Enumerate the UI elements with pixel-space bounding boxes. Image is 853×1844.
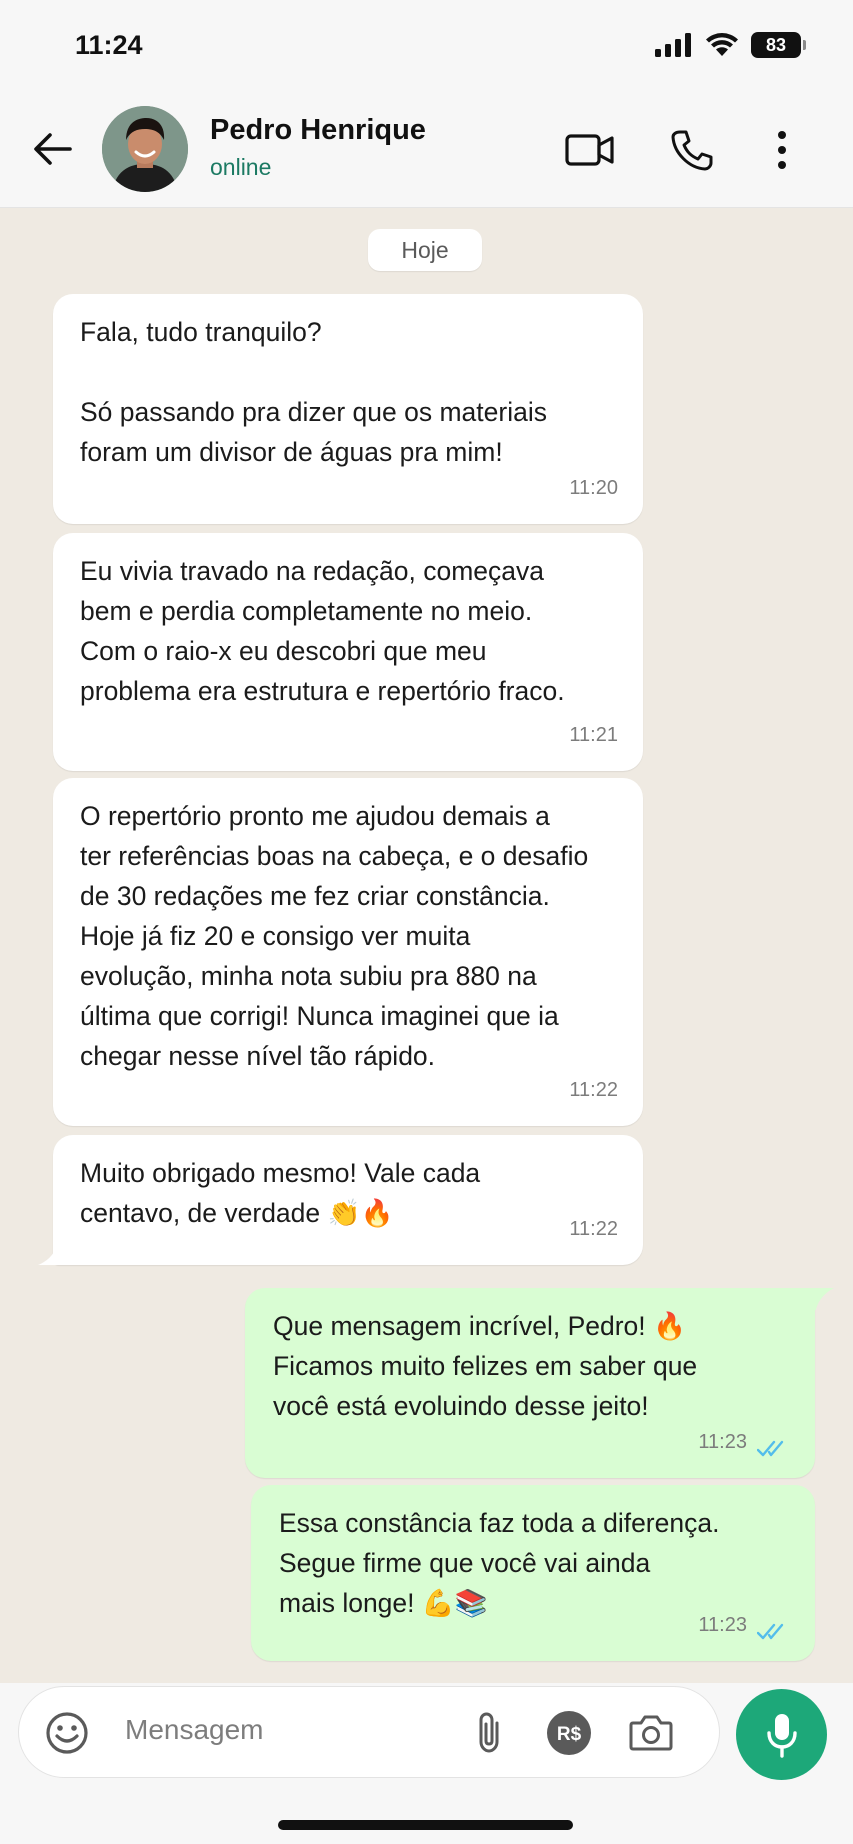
phone-icon	[671, 130, 713, 171]
avatar-image	[102, 106, 188, 192]
message-time: 11:21	[569, 724, 618, 746]
microphone-icon	[766, 1713, 797, 1758]
voice-call-button[interactable]	[664, 122, 720, 178]
bubble-tail	[38, 1241, 68, 1265]
avatar[interactable]	[102, 106, 188, 192]
message-text: O repertório pronto me ajudou demais a t…	[80, 801, 589, 1071]
camera-button[interactable]	[623, 1705, 679, 1761]
message-time: 11:23	[698, 1614, 747, 1636]
message-text: Muito obrigado mesmo! Vale cada centavo,…	[80, 1158, 481, 1228]
message-text: Eu vivia travado na redação, começava be…	[80, 556, 565, 706]
more-options-button[interactable]	[754, 122, 810, 178]
chat-area[interactable]: Hoje Fala, tudo tranquilo? Só passando p…	[0, 208, 853, 1683]
input-placeholder: Mensagem	[125, 1714, 264, 1745]
status-time: 11:24	[75, 30, 143, 60]
message-incoming[interactable]: Fala, tudo tranquilo? Só passando pra di…	[53, 294, 643, 524]
signal-icon	[655, 33, 691, 57]
message-time: 11:20	[569, 477, 618, 499]
attach-button[interactable]	[461, 1705, 517, 1761]
emoji-icon	[46, 1712, 88, 1754]
message-outgoing[interactable]: Essa constância faz toda a diferença. Se…	[251, 1485, 815, 1661]
chat-header: Pedro Henrique online	[0, 92, 853, 208]
camera-icon	[629, 1715, 673, 1751]
contact-status: online	[210, 154, 272, 180]
payment-button[interactable]: R$	[541, 1705, 597, 1761]
microphone-button[interactable]	[736, 1689, 827, 1780]
back-button[interactable]	[28, 125, 76, 173]
bubble-tail	[808, 1288, 834, 1310]
battery-indicator: 83	[751, 32, 806, 58]
arrow-left-icon	[34, 133, 72, 165]
more-vertical-icon	[778, 131, 786, 169]
message-incoming[interactable]: Eu vivia travado na redação, começava be…	[53, 533, 643, 771]
read-receipt-icon	[757, 1623, 784, 1640]
payment-label: R$	[557, 1724, 582, 1745]
status-bar: 11:24 83	[0, 0, 853, 92]
message-text: Que mensagem incrível, Pedro! 🔥 Ficamos …	[273, 1311, 698, 1421]
paperclip-icon	[479, 1712, 499, 1753]
message-time: 11:23	[698, 1431, 747, 1453]
message-outgoing[interactable]: Que mensagem incrível, Pedro! 🔥 Ficamos …	[245, 1288, 815, 1478]
composer-bar: Mensagem R$	[0, 1683, 853, 1844]
read-receipt-icon	[757, 1440, 784, 1457]
date-chip: Hoje	[368, 229, 482, 271]
status-icons: 83	[655, 32, 806, 58]
video-call-button[interactable]	[562, 122, 618, 178]
message-time: 11:22	[569, 1079, 618, 1101]
message-incoming[interactable]: O repertório pronto me ajudou demais a t…	[53, 778, 643, 1126]
video-camera-icon	[565, 134, 614, 166]
contact-name[interactable]: Pedro Henrique	[210, 114, 426, 147]
wifi-icon	[706, 33, 738, 56]
message-text: Fala, tudo tranquilo? Só passando pra di…	[80, 317, 547, 467]
message-incoming[interactable]: Muito obrigado mesmo! Vale cada centavo,…	[53, 1135, 643, 1265]
message-input[interactable]: Mensagem R$	[18, 1686, 720, 1778]
payment-icon: R$	[547, 1711, 591, 1755]
message-time: 11:22	[569, 1218, 618, 1240]
emoji-button[interactable]	[39, 1705, 95, 1761]
home-indicator[interactable]	[278, 1820, 573, 1830]
